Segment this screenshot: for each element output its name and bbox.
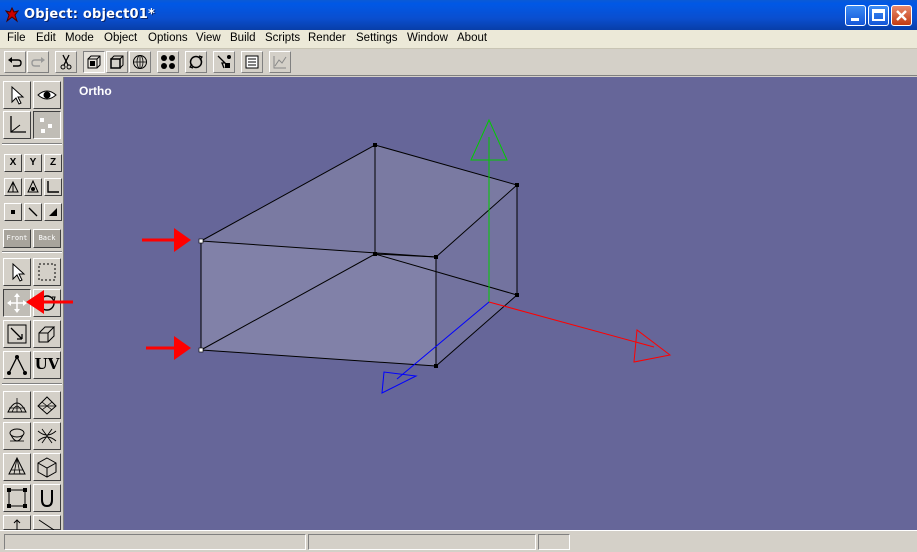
status-panel-middle	[308, 534, 536, 550]
status-bar	[0, 530, 917, 552]
status-panel-left	[4, 534, 306, 550]
status-panel-right	[538, 534, 570, 550]
annotation-arrow-move	[26, 290, 73, 314]
